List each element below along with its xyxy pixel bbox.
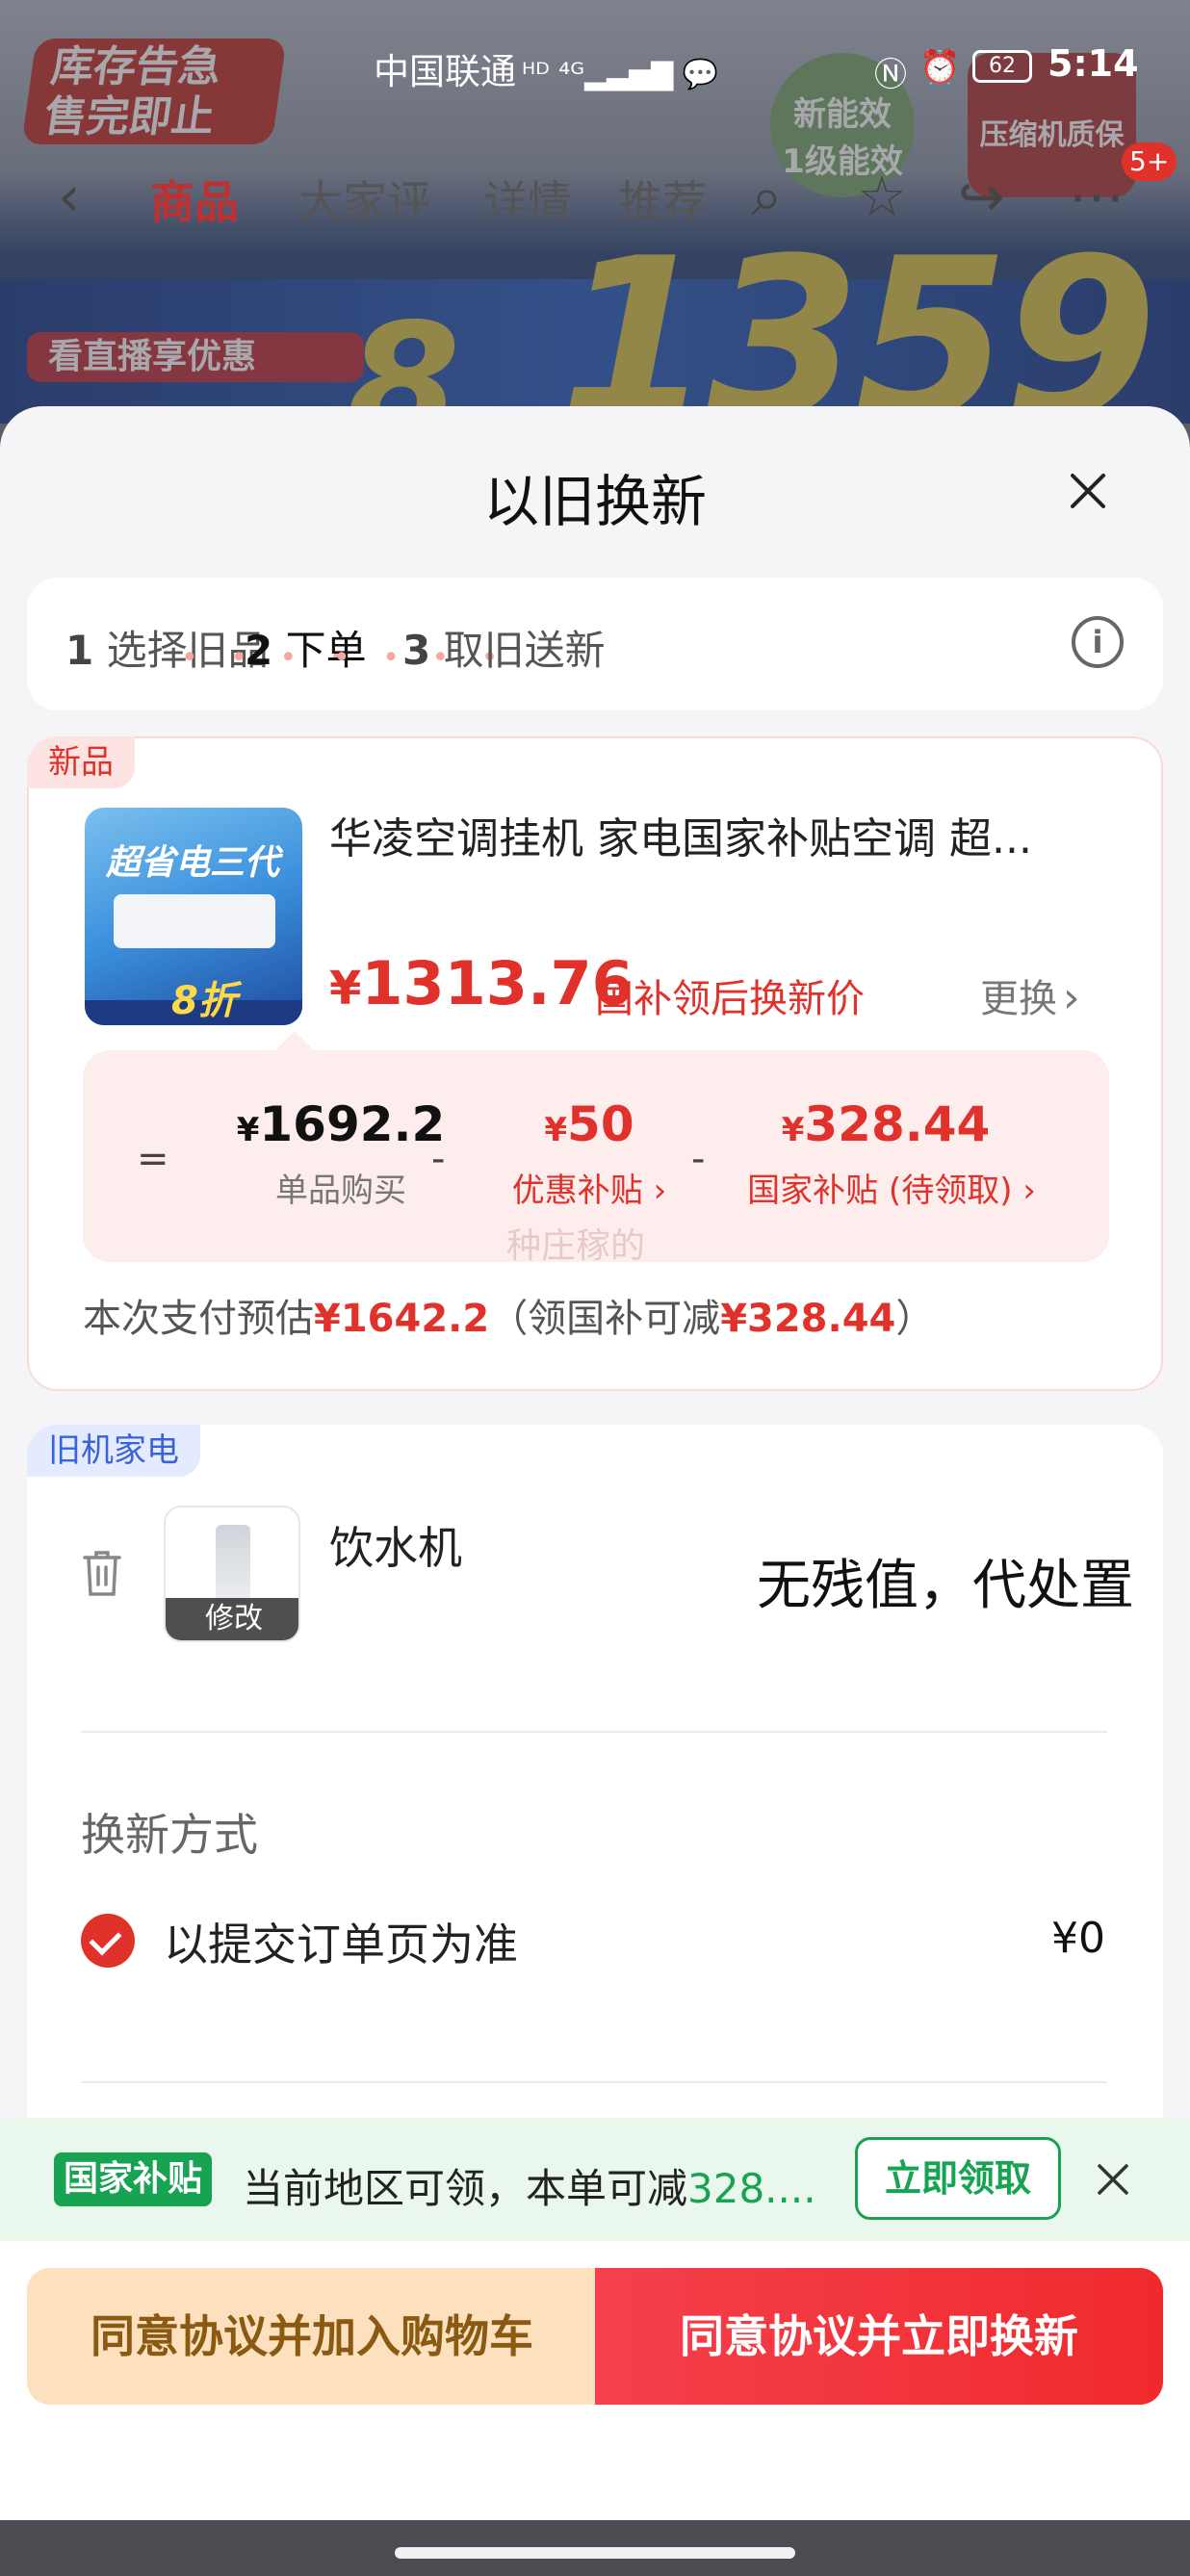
- old-appliance-card: 旧机家电 修改 饮水机 无残值，代处置 换新方式 以提交订单页为准 ¥0: [27, 1425, 1163, 2176]
- single-price: ¥1692.2: [236, 1096, 446, 1152]
- old-appliance-name: 饮水机: [329, 1522, 462, 1574]
- trade-in-price-label: 国补领后换新价: [595, 977, 865, 1021]
- new-product-card: 新品 超省电三代 8折1359 华凌空调挂机 家电国家补贴空调 超... ¥13…: [27, 736, 1163, 1391]
- national-subsidy-bar: 国家补贴 当前地区可领，本单可减328.... 立即领取: [0, 2118, 1190, 2241]
- close-icon[interactable]: [1094, 2160, 1132, 2199]
- air-conditioner-unit-icon: [114, 894, 275, 948]
- battery-indicator: 62: [972, 50, 1032, 83]
- nfc-icon: Ⓝ: [874, 56, 907, 94]
- claim-now-button[interactable]: 立即领取: [855, 2137, 1061, 2220]
- new-product-tag: 新品: [27, 736, 135, 788]
- search-icon[interactable]: ⌕: [751, 164, 782, 230]
- minus-sign: -: [691, 1137, 706, 1181]
- home-indicator[interactable]: [395, 2547, 795, 2559]
- trade-in-price: ¥1313.76: [329, 948, 634, 1018]
- tab-reviews[interactable]: 大家评: [298, 167, 431, 231]
- sheet-title: 以旧换新: [482, 469, 707, 534]
- notification-badge: 5+: [1122, 142, 1177, 181]
- product-image[interactable]: 超省电三代 8折1359: [85, 808, 302, 1025]
- tab-product[interactable]: 商品: [150, 167, 239, 231]
- divider: [81, 1731, 1107, 1733]
- tab-details[interactable]: 详情: [483, 167, 572, 231]
- exchange-method-option[interactable]: 以提交订单页为准: [164, 1910, 518, 1973]
- equals-sign: =: [137, 1137, 169, 1181]
- minus-sign: -: [431, 1137, 446, 1181]
- national-subsidy-tag: 国家补贴: [54, 2152, 213, 2206]
- discount-value: ¥50: [544, 1096, 634, 1152]
- clock: 5:14: [1048, 42, 1139, 85]
- national-subsidy-link[interactable]: 国家补贴 (待领取) ›: [728, 1164, 1055, 1211]
- residual-value-text: 无残值，代处置: [757, 1555, 1134, 1617]
- checkbox-checked-icon[interactable]: [81, 1914, 135, 1968]
- old-appliance-tag: 旧机家电: [27, 1425, 200, 1477]
- exchange-method-title: 换新方式: [81, 1809, 258, 1861]
- trade-in-steps: 1 选择旧品 • • • • 2 下单 • • • • 3 取旧送新 i: [27, 578, 1163, 710]
- national-subsidy-value: ¥328.44: [781, 1096, 991, 1152]
- subsidy-info-text: 当前地区可领，本单可减328....: [243, 2165, 816, 2212]
- chevron-right-icon: ›: [1063, 973, 1080, 1022]
- alarm-icon: ⏰: [919, 48, 961, 87]
- share-icon[interactable]: ↪: [958, 164, 1005, 229]
- trash-icon[interactable]: [81, 1548, 123, 1598]
- more-icon[interactable]: ⋯: [1069, 164, 1125, 229]
- star-icon[interactable]: ☆: [857, 164, 907, 229]
- add-to-cart-button[interactable]: 同意协议并加入购物车: [27, 2268, 597, 2405]
- product-title[interactable]: 华凌空调挂机 家电国家补贴空调 超...: [329, 804, 1128, 865]
- exchange-now-button[interactable]: 同意协议并立即换新: [595, 2268, 1163, 2405]
- tab-recommend[interactable]: 推荐: [618, 167, 707, 231]
- close-icon[interactable]: [1067, 470, 1109, 512]
- exchange-method-price: ¥0: [1051, 1914, 1105, 1963]
- payment-estimate: 本次支付预估¥1642.2（领国补可减¥328.44）: [83, 1297, 935, 1341]
- signal-icon: ᴴᴰ ⁴ᴳ▂▃▅▇ 💬: [522, 58, 719, 91]
- step-pickup-deliver: 3 取旧送新: [402, 627, 606, 674]
- watermark: 种庄稼的: [506, 1226, 646, 1266]
- back-icon[interactable]: ‹: [58, 164, 80, 229]
- edit-old-item-button[interactable]: 修改: [166, 1598, 298, 1640]
- info-icon[interactable]: i: [1072, 616, 1124, 668]
- price-breakdown: = ¥1692.2 单品购买 - ¥50 优惠补贴 › - ¥328.44 国家…: [83, 1031, 1109, 1266]
- change-product-button[interactable]: 更换 ›: [980, 967, 1080, 1023]
- discount-subsidy-link[interactable]: 优惠补贴 ›: [445, 1164, 734, 1211]
- old-appliance-image[interactable]: 修改: [164, 1506, 300, 1642]
- divider: [81, 2081, 1107, 2083]
- action-footer: 同意协议并加入购物车 同意协议并立即换新: [0, 2241, 1190, 2520]
- status-bar: 中国联通 ᴴᴰ ⁴ᴳ▂▃▅▇ 💬 Ⓝ ⏰ 62 5:14: [0, 37, 1190, 94]
- background-nav-bar: ‹ 商品 大家评 详情 推荐 ⌕ ☆ ↪ ⋯ 5+: [0, 142, 1190, 231]
- carrier-name: 中国联通 ᴴᴰ ⁴ᴳ▂▃▅▇ 💬: [374, 51, 719, 92]
- water-dispenser-icon: [216, 1525, 250, 1608]
